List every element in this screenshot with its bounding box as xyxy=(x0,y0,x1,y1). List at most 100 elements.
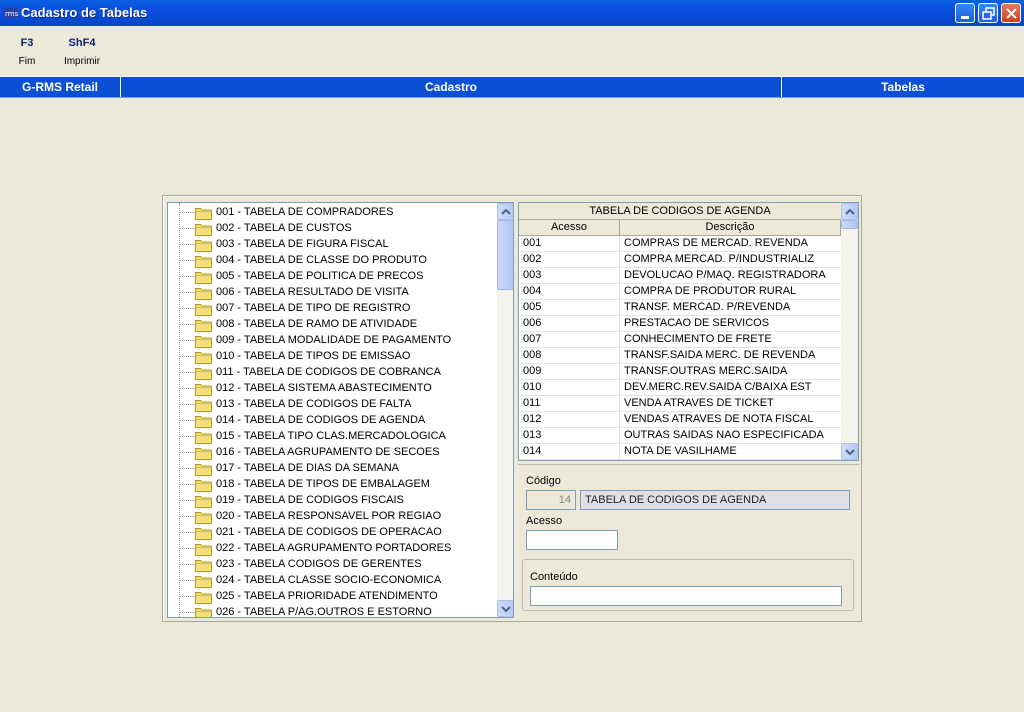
folder-icon xyxy=(195,320,212,332)
tree-item[interactable]: 006 - TABELA RESULTADO DE VISITA xyxy=(168,285,498,301)
tree-connector xyxy=(179,292,195,293)
tree-item-label: 003 - TABELA DE FIGURA FISCAL xyxy=(216,238,389,250)
table-row[interactable]: 014 NOTA DE VASILHAME xyxy=(519,444,841,460)
tree-item[interactable]: 015 - TABELA TIPO CLAS.MERCADOLOGICA xyxy=(168,429,498,445)
cell-descricao: TRANSF.OUTRAS MERC.SAIDA xyxy=(624,365,788,377)
tree-connector xyxy=(179,244,195,245)
cell-acesso: 007 xyxy=(519,332,620,348)
table-row[interactable]: 011 VENDA ATRAVES DE TICKET xyxy=(519,396,841,412)
minimize-button[interactable] xyxy=(955,3,975,23)
scroll-up-button[interactable] xyxy=(841,203,858,220)
scroll-thumb[interactable] xyxy=(841,220,858,229)
tree-item[interactable]: 022 - TABELA AGRUPAMENTO PORTADORES xyxy=(168,541,498,557)
fkey-label: Fim xyxy=(18,56,36,67)
tree-scrollbar[interactable] xyxy=(497,203,513,617)
conteudo-input[interactable] xyxy=(530,586,842,606)
tree-item[interactable]: 001 - TABELA DE COMPRADORES xyxy=(168,205,498,221)
table-row[interactable]: 002 COMPRA MERCAD. P/INDUSTRIALIZ xyxy=(519,252,841,268)
acesso-input[interactable] xyxy=(526,530,618,550)
table-tree[interactable]: 001 - TABELA DE COMPRADORES 002 - TABELA … xyxy=(167,202,514,618)
table-row[interactable]: 009 TRANSF.OUTRAS MERC.SAIDA xyxy=(519,364,841,380)
tree-connector xyxy=(179,516,195,517)
scroll-down-button[interactable] xyxy=(497,600,513,617)
tree-item-label: 014 - TABELA DE CODIGOS DE AGENDA xyxy=(216,414,426,426)
table-row[interactable]: 013 OUTRAS SAIDAS NAO ESPECIFICADA xyxy=(519,428,841,444)
table-row[interactable]: 001 COMPRAS DE MERCAD. REVENDA xyxy=(519,236,841,252)
table-row[interactable]: 006 PRESTACAO DE SERVICOS xyxy=(519,316,841,332)
tree-item[interactable]: 025 - TABELA PRIORIDADE ATENDIMENTO xyxy=(168,589,498,605)
tree-item[interactable]: 020 - TABELA RESPONSAVEL POR REGIAO xyxy=(168,509,498,525)
tree-connector xyxy=(179,548,195,549)
tree-item-label: 002 - TABELA DE CUSTOS xyxy=(216,222,352,234)
agenda-grid[interactable]: TABELA DE CODIGOS DE AGENDA Acesso Descr… xyxy=(518,202,859,461)
tree-item[interactable]: 024 - TABELA CLASSE SOCIO-ECONOMICA xyxy=(168,573,498,589)
tree-item-label: 019 - TABELA DE CODIGOS FISCAIS xyxy=(216,494,404,506)
tree-item[interactable]: 008 - TABELA DE RAMO DE ATIVIDADE xyxy=(168,317,498,333)
tree-connector xyxy=(179,228,195,229)
folder-icon xyxy=(195,480,212,492)
tree-item[interactable]: 021 - TABELA DE CODIGOS DE OPERACAO xyxy=(168,525,498,541)
svg-text:rms: rms xyxy=(5,10,19,18)
cell-descricao: COMPRA DE PRODUTOR RURAL xyxy=(624,285,797,297)
tree-item[interactable]: 018 - TABELA DE TIPOS DE EMBALAGEM xyxy=(168,477,498,493)
tree-connector xyxy=(179,564,195,565)
tree-item-label: 011 - TABELA DE CODIGOS DE COBRANCA xyxy=(216,366,441,378)
tree-item[interactable]: 026 - TABELA P/AG.OUTROS E ESTORNO xyxy=(168,605,498,617)
cell-acesso: 008 xyxy=(519,348,620,364)
folder-icon xyxy=(195,464,212,476)
scroll-up-button[interactable] xyxy=(497,203,513,220)
tree-item[interactable]: 007 - TABELA DE TIPO DE REGISTRO xyxy=(168,301,498,317)
folder-icon xyxy=(195,240,212,252)
tree-item[interactable]: 016 - TABELA AGRUPAMENTO DE SECOES xyxy=(168,445,498,461)
cell-descricao: OUTRAS SAIDAS NAO ESPECIFICADA xyxy=(624,429,824,441)
fkey-fim[interactable]: F3 Fim xyxy=(12,37,42,67)
tree-item[interactable]: 013 - TABELA DE CODIGOS DE FALTA xyxy=(168,397,498,413)
tree-connector xyxy=(179,436,195,437)
restore-button[interactable] xyxy=(978,3,998,23)
tree-connector xyxy=(179,212,195,213)
tree-item-label: 022 - TABELA AGRUPAMENTO PORTADORES xyxy=(216,542,452,554)
table-row[interactable]: 008 TRANSF.SAIDA MERC. DE REVENDA xyxy=(519,348,841,364)
tree-item[interactable]: 019 - TABELA DE CODIGOS FISCAIS xyxy=(168,493,498,509)
cell-descricao: COMPRAS DE MERCAD. REVENDA xyxy=(624,237,808,249)
tree-item[interactable]: 004 - TABELA DE CLASSE DO PRODUTO xyxy=(168,253,498,269)
close-button[interactable] xyxy=(1001,3,1021,23)
tree-item[interactable]: 005 - TABELA DE POLITICA DE PRECOS xyxy=(168,269,498,285)
cell-descricao: VENDAS ATRAVES DE NOTA FISCAL xyxy=(624,413,814,425)
tree-item[interactable]: 002 - TABELA DE CUSTOS xyxy=(168,221,498,237)
tree-item[interactable]: 010 - TABELA DE TIPOS DE EMISSAO xyxy=(168,349,498,365)
grid-scrollbar[interactable] xyxy=(841,203,858,460)
folder-icon xyxy=(195,272,212,284)
app-icon[interactable]: rms xyxy=(3,5,19,21)
tree-item[interactable]: 003 - TABELA DE FIGURA FISCAL xyxy=(168,237,498,253)
tree-item[interactable]: 023 - TABELA CODIGOS DE GERENTES xyxy=(168,557,498,573)
scroll-down-button[interactable] xyxy=(841,443,858,460)
fkey-code: ShF4 xyxy=(68,37,96,49)
table-row[interactable]: 010 DEV.MERC.REV.SAIDA C/BAIXA EST xyxy=(519,380,841,396)
table-row[interactable]: 005 TRANSF. MERCAD. P/REVENDA xyxy=(519,300,841,316)
scroll-thumb[interactable] xyxy=(497,220,513,290)
chevron-down-icon xyxy=(501,606,511,613)
fkey-imprimir[interactable]: ShF4 Imprimir xyxy=(58,37,106,67)
folder-icon xyxy=(195,208,212,220)
tree-item[interactable]: 009 - TABELA MODALIDADE DE PAGAMENTO xyxy=(168,333,498,349)
codigo-field: 14 xyxy=(526,490,576,510)
tree-item[interactable]: 014 - TABELA DE CODIGOS DE AGENDA xyxy=(168,413,498,429)
folder-icon xyxy=(195,432,212,444)
tree-item[interactable]: 017 - TABELA DE DIAS DA SEMANA xyxy=(168,461,498,477)
cell-descricao: PRESTACAO DE SERVICOS xyxy=(624,317,770,329)
table-row[interactable]: 004 COMPRA DE PRODUTOR RURAL xyxy=(519,284,841,300)
column-header-acesso[interactable]: Acesso xyxy=(519,220,620,236)
column-header-descricao[interactable]: Descrição xyxy=(620,220,841,236)
tree-item[interactable]: 011 - TABELA DE CODIGOS DE COBRANCA xyxy=(168,365,498,381)
table-row[interactable]: 003 DEVOLUCAO P/MAQ. REGISTRADORA xyxy=(519,268,841,284)
table-row[interactable]: 007 CONHECIMENTO DE FRETE xyxy=(519,332,841,348)
table-row[interactable]: 012 VENDAS ATRAVES DE NOTA FISCAL xyxy=(519,412,841,428)
tree-item[interactable]: 012 - TABELA SISTEMA ABASTECIMENTO xyxy=(168,381,498,397)
folder-icon xyxy=(195,448,212,460)
folder-icon xyxy=(195,560,212,572)
folder-icon xyxy=(195,608,212,617)
fkey-code: F3 xyxy=(20,37,34,49)
chevron-up-icon xyxy=(845,208,855,215)
folder-icon xyxy=(195,576,212,588)
